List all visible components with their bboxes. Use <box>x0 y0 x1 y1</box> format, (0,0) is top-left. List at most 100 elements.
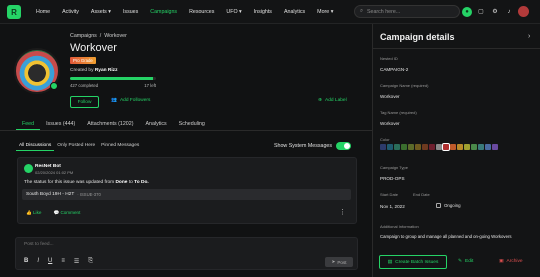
panel-title: Campaign details <box>380 32 455 42</box>
campaign-tabs: Feed Issues (444) Attachments (1202) Ana… <box>16 118 211 130</box>
post-button[interactable]: ➤ Post <box>325 257 353 267</box>
create-batch-label: Create Batch Issues <box>395 259 439 265</box>
color-swatch[interactable] <box>464 144 470 150</box>
create-batch-issues-button[interactable]: ▤ Create Batch Issues <box>379 255 447 269</box>
subtab-all-discussions[interactable]: All Discussions <box>16 143 55 151</box>
nav-assets[interactable]: Assets ▾ <box>85 0 117 24</box>
tab-feed[interactable]: Feed <box>16 118 41 130</box>
linked-issue[interactable]: South Boyd 19H - H2T · ISSUE-370 <box>22 189 351 200</box>
color-swatch[interactable] <box>387 144 393 150</box>
main-content: Campaigns / Workover Workover Pro Grade … <box>0 24 372 277</box>
ordered-list-icon[interactable]: ≡ <box>61 258 65 265</box>
campaign-type-select[interactable]: PROD-OPS <box>380 176 405 181</box>
chat-icon[interactable]: ▢ <box>476 7 486 17</box>
add-label-text: Add Label <box>325 98 347 103</box>
color-swatch[interactable] <box>492 144 498 150</box>
like-button[interactable]: 👍 Like <box>26 210 41 216</box>
start-date-field[interactable]: Nov 1, 2022 <box>380 204 405 209</box>
created-by: Created by Ryan Rizz <box>70 68 117 73</box>
nav-issues[interactable]: Issues <box>117 0 144 24</box>
nav-ufo[interactable]: UFO ▾ <box>220 0 247 24</box>
created-by-name[interactable]: Ryan Rizz <box>95 68 118 73</box>
progress-bar <box>70 77 156 80</box>
ongoing-checkbox[interactable] <box>436 203 441 208</box>
color-swatch[interactable] <box>401 144 407 150</box>
tab-scheduling[interactable]: Scheduling <box>173 118 211 130</box>
gear-icon[interactable]: ⚙ <box>490 7 500 17</box>
campaign-name-label: Campaign Name (required) <box>380 83 429 88</box>
underline-icon[interactable]: U <box>48 258 52 265</box>
camera-icon[interactable] <box>50 82 58 90</box>
feed-subtabs: All Discussions Only Posted Here Pinned … <box>16 143 142 151</box>
color-swatch[interactable] <box>429 144 435 150</box>
add-followers-label: Add Followers <box>119 98 151 103</box>
nav-activity[interactable]: Activity <box>56 0 85 24</box>
nav-resources[interactable]: Resources <box>183 0 220 24</box>
ongoing-label: Ongoing <box>444 203 461 208</box>
additional-info-value[interactable]: Campaign to group and manage all planned… <box>380 234 536 239</box>
bullet-list-icon[interactable]: ☰ <box>74 258 79 265</box>
color-swatch[interactable] <box>450 144 456 150</box>
tag-name-field[interactable]: Workover <box>380 121 400 126</box>
italic-icon[interactable]: I <box>37 258 39 265</box>
subtab-only-posted-here[interactable]: Only Posted Here <box>54 143 98 151</box>
subtab-pinned-messages[interactable]: Pinned Messages <box>98 143 142 151</box>
more-options-icon[interactable]: ⋮ <box>339 208 346 216</box>
color-swatch[interactable] <box>436 144 442 150</box>
color-swatch[interactable] <box>415 144 421 150</box>
tag-name-label: Tag Name (required) <box>380 110 417 115</box>
nav-more[interactable]: More ▾ <box>311 0 339 24</box>
nav-home[interactable]: Home <box>30 0 56 24</box>
color-swatch[interactable] <box>471 144 477 150</box>
color-swatch[interactable] <box>422 144 428 150</box>
badge-row: Pro Grade <box>70 57 96 64</box>
nav-analytics[interactable]: Analytics <box>278 0 311 24</box>
color-swatch[interactable] <box>485 144 491 150</box>
color-swatch[interactable] <box>394 144 400 150</box>
color-swatch[interactable] <box>478 144 484 150</box>
ongoing-checkbox-row[interactable]: Ongoing <box>436 203 461 208</box>
add-followers-button[interactable]: 👥 Add Followers <box>111 98 150 103</box>
tab-attachments[interactable]: Attachments (1202) <box>81 118 139 130</box>
status-icon[interactable]: ● <box>462 6 472 17</box>
color-swatch[interactable] <box>380 144 386 150</box>
nested-id-label: Nested ID <box>380 56 398 61</box>
chevron-right-icon[interactable]: › <box>528 33 530 40</box>
archive-button[interactable]: ▣ Archive <box>499 259 523 264</box>
bell-icon[interactable]: ♪ <box>504 7 514 17</box>
color-swatch[interactable] <box>457 144 463 150</box>
plus-icon: ⊕ <box>318 98 323 103</box>
post-editor[interactable]: Post to feed... B I U ≡ ☰ ⎘ ➤ Post <box>15 237 358 270</box>
edit-button[interactable]: ✎ Edit <box>458 259 473 264</box>
end-date-label: End Date <box>413 192 430 197</box>
post-text-pre: The status for this issue was updated fr… <box>24 180 115 185</box>
tab-issues[interactable]: Issues (444) <box>40 118 81 130</box>
system-messages-toggle[interactable] <box>336 142 351 150</box>
system-messages-label: Show System Messages <box>274 143 332 149</box>
bold-icon[interactable]: B <box>24 258 28 265</box>
campaign-name-field[interactable]: Workover <box>380 94 400 99</box>
like-label: Like <box>33 210 42 215</box>
tab-analytics[interactable]: Analytics <box>139 118 172 130</box>
app-logo[interactable]: R <box>7 5 21 19</box>
add-label-button[interactable]: ⊕ Add Label <box>318 98 347 103</box>
issue-code: · ISSUE-370 <box>77 192 101 197</box>
campaign-type-label: Campaign Type <box>380 165 408 170</box>
progress-left: 17 left <box>144 83 156 88</box>
search-input[interactable]: ⌕ Search here... <box>354 5 460 18</box>
page-title: Workover <box>70 42 117 54</box>
color-swatch[interactable] <box>442 143 450 151</box>
color-swatch[interactable] <box>408 144 414 150</box>
color-swatches <box>380 143 498 151</box>
breadcrumb-root[interactable]: Campaigns <box>70 33 97 39</box>
post-timestamp: 02/20/2024 01:02 PM <box>35 170 74 175</box>
nav-insights[interactable]: Insights <box>248 0 278 24</box>
start-date-label: Start Date <box>380 192 399 197</box>
user-avatar[interactable] <box>518 6 529 17</box>
follow-button[interactable]: Follow <box>70 96 99 108</box>
attach-icon[interactable]: ⎘ <box>88 258 93 265</box>
nav-campaigns[interactable]: Campaigns <box>144 0 183 24</box>
campaign-details-panel: Campaign details › Nested ID CAMPAIGN-2 … <box>372 24 540 277</box>
top-navbar: R Home Activity Assets ▾ Issues Campaign… <box>0 0 540 24</box>
comment-button[interactable]: 💬 Comment <box>53 210 80 216</box>
